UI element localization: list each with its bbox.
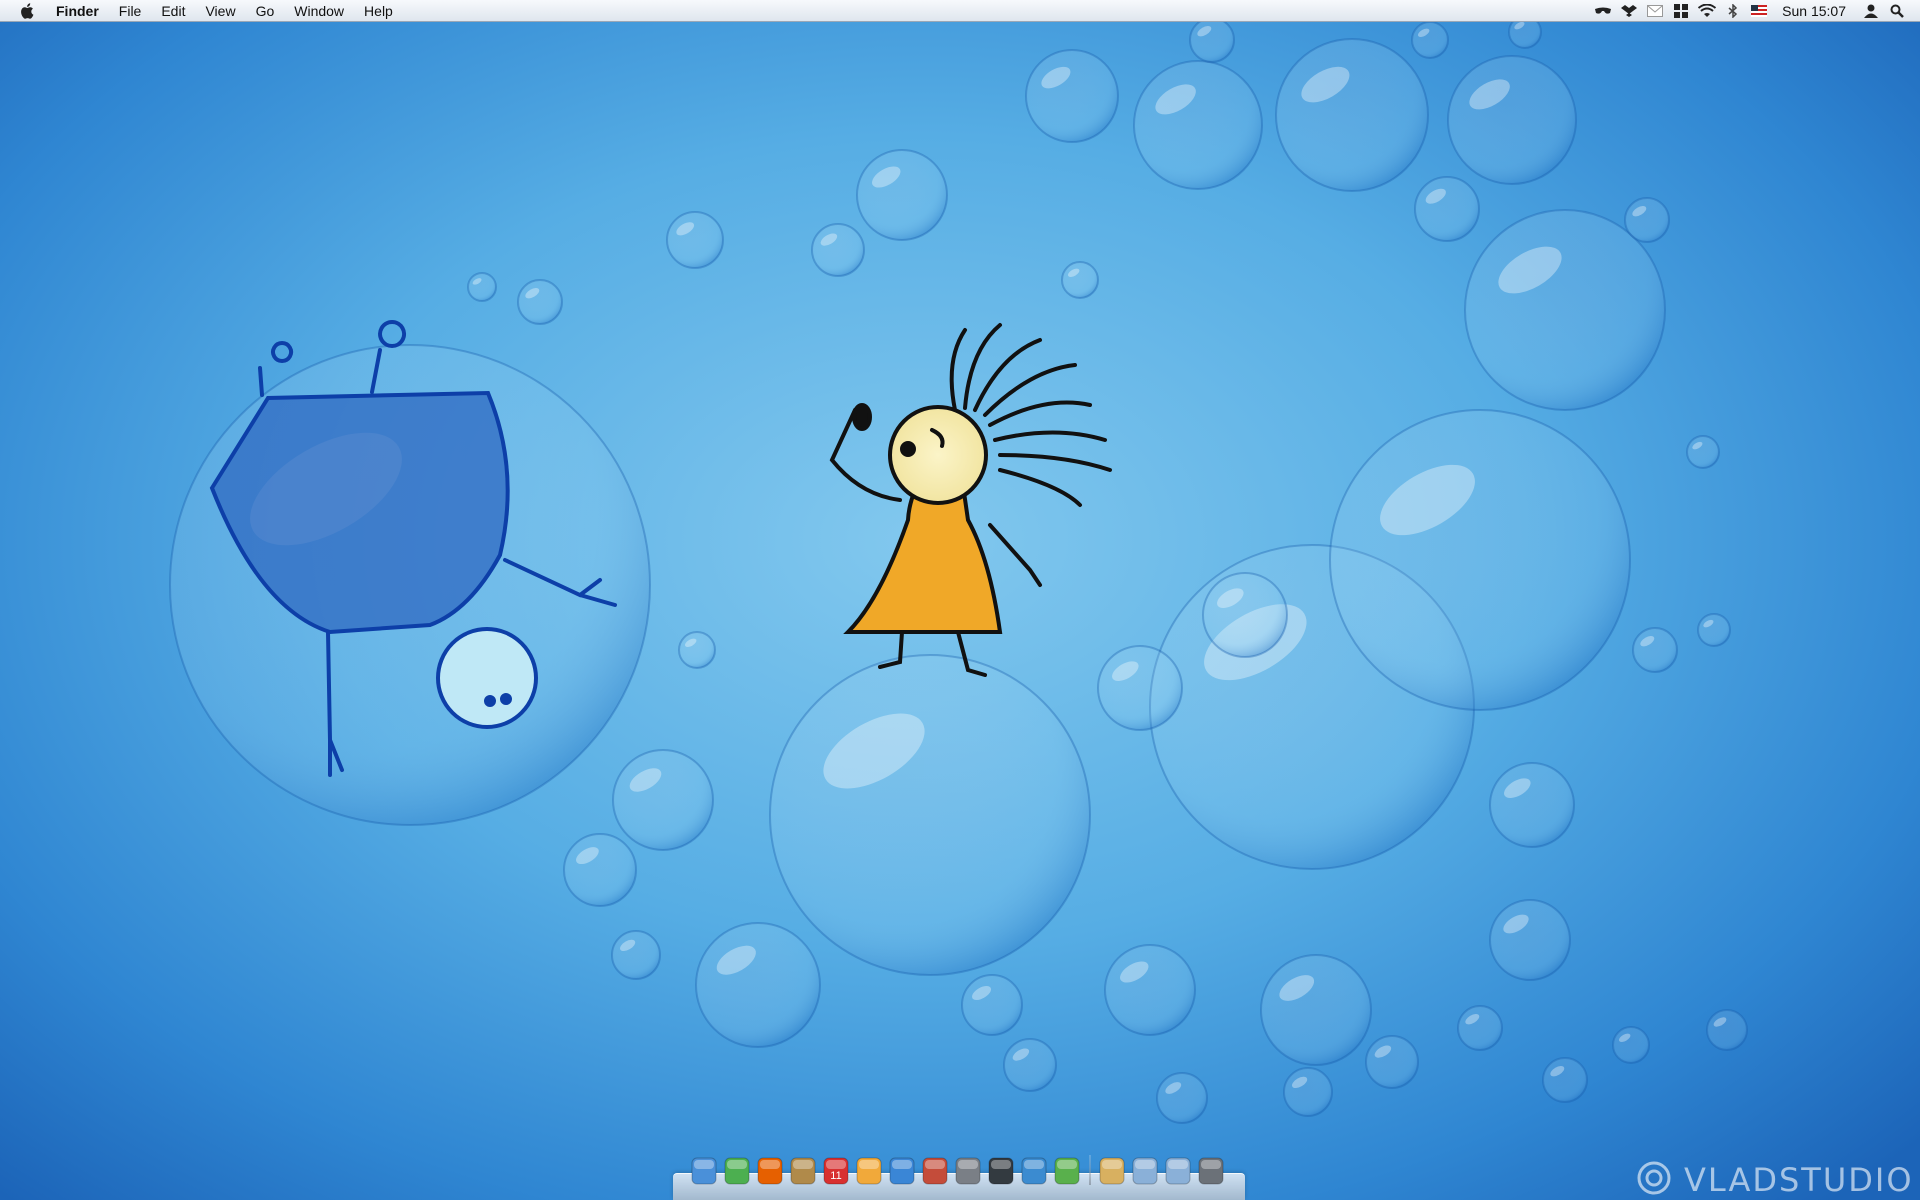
menu-go[interactable]: Go [246,0,285,22]
water-bubble [611,930,661,980]
water-bubble [1706,1009,1748,1051]
spotlight-icon[interactable] [1888,3,1906,19]
spy-glasses-icon[interactable] [1594,3,1612,19]
water-bubble [1624,197,1670,243]
dock-icons: 11 [689,1155,1229,1187]
water-bubble [1189,17,1235,63]
water-bubble [1489,899,1571,981]
water-bubble [1275,38,1429,192]
water-bubble [1686,435,1720,469]
water-bubble [666,211,724,269]
water-bubble [1003,1038,1057,1092]
uploader-icon[interactable] [722,1155,751,1187]
menu-view[interactable]: View [195,0,245,22]
textedit-icon[interactable] [920,1155,949,1187]
vladstudio-watermark: VLADSTUDIO [1632,1160,1914,1200]
water-bubble [1133,60,1263,190]
water-bubble [856,149,948,241]
firefox-icon[interactable] [755,1155,784,1187]
water-bubble [769,654,1091,976]
menu-bar: Finder File Edit View Go Window Help Sun… [0,0,1920,22]
trash-icon[interactable] [1196,1155,1225,1187]
calendar-date-label: 11 [830,1170,841,1182]
bluetooth-icon[interactable] [1724,3,1742,19]
mail-icon[interactable] [1646,3,1664,19]
folder-icon[interactable] [1130,1155,1159,1187]
apple-menu-icon[interactable] [16,0,38,22]
menubar-clock[interactable]: Sun 15:07 [1782,0,1846,22]
water-bubble [467,272,497,302]
water-bubble [1447,55,1577,185]
water-bubble [1283,1067,1333,1117]
calendar-icon[interactable]: 11 [821,1155,850,1187]
wifi-icon[interactable] [1698,3,1717,19]
vladstudio-logo-icon [1637,1161,1671,1195]
menu-edit[interactable]: Edit [151,0,195,22]
water-bubble [695,922,821,1048]
water-bubble [1464,209,1666,411]
chart-app-icon[interactable] [1019,1155,1048,1187]
stick-girl [829,323,1112,677]
desktop: Finder File Edit View Go Window Help Sun… [0,0,1920,1200]
dropbox-icon[interactable] [1620,3,1638,19]
dock-separator [1089,1155,1091,1185]
menu-help[interactable]: Help [354,0,403,22]
downloads-folder-icon[interactable] [1163,1155,1192,1187]
document-stack-icon[interactable] [1097,1155,1126,1187]
watermark-text: VLADSTUDIO [1684,1161,1914,1199]
water-bubble [1156,1072,1208,1124]
water-bubble [1025,49,1119,143]
grid-app-icon[interactable] [1672,3,1690,19]
water-bubble [1365,1035,1419,1089]
water-bubble [1542,1057,1588,1103]
iphoto-icon[interactable] [854,1155,883,1187]
water-bubble [1414,176,1480,242]
water-bubble [1632,627,1678,673]
water-bubble [1104,944,1196,1036]
app-menu-finder[interactable]: Finder [54,0,109,22]
pen-tool-icon[interactable] [986,1155,1015,1187]
water-bubble [811,223,865,277]
water-bubble [1329,409,1631,711]
water-bubble [1411,21,1449,59]
water-bubble [563,833,637,907]
menu-file[interactable]: File [109,0,152,22]
user-icon[interactable] [1862,3,1880,19]
menu-window[interactable]: Window [284,0,354,22]
dock: 11 [673,1147,1245,1200]
water-bubble [678,631,716,669]
water-bubble [1612,1026,1650,1064]
flag-input-icon[interactable] [1750,3,1768,19]
water-bubble [1202,572,1288,658]
water-bubble [1489,762,1575,848]
wallpaper [169,15,1748,1124]
itunes-icon[interactable] [887,1155,916,1187]
leaf-app-icon[interactable] [1052,1155,1081,1187]
water-bubble [517,279,563,325]
water-bubble [1697,613,1731,647]
water-bubble [961,974,1023,1036]
water-bubble [612,749,714,851]
water-bubble [1457,1005,1503,1051]
water-bubble [1260,954,1372,1066]
library-icon[interactable] [788,1155,817,1187]
water-bubble [1061,261,1099,299]
finder-icon[interactable] [689,1155,718,1187]
water-bubble [1097,645,1183,731]
menu-extras: Sun 15:07 [1590,0,1920,22]
preferences-icon[interactable] [953,1155,982,1187]
